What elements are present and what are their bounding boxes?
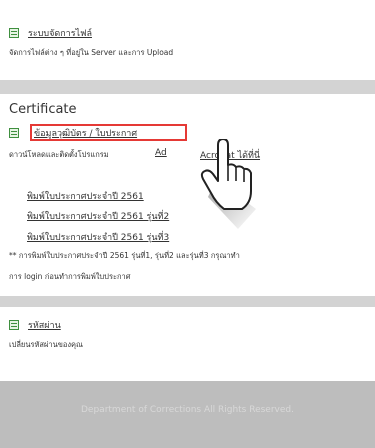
document-icon xyxy=(9,128,19,138)
document-icon xyxy=(9,28,19,38)
password-panel: รหัสผ่าน เปลี่ยนรหัสผ่านของคุณ xyxy=(0,307,375,381)
download-prefix: ดาวน์โหลดและติดตั้งโปรแกรม xyxy=(9,150,109,159)
print-certificate-2561-gen3-link[interactable]: พิมพ์ใบประกาศประจำปี 2561 รุ่นที่3 xyxy=(27,230,169,244)
print-note-line2: การ login ก่อนทำการพิมพ์ใบประกาศ xyxy=(9,272,131,281)
adobe-link-start[interactable]: Ad xyxy=(155,148,167,158)
password-description: เปลี่ยนรหัสผ่านของคุณ xyxy=(9,340,83,349)
print-certificate-2561-gen2-link[interactable]: พิมพ์ใบประกาศประจำปี 2561 รุ่นที่2 xyxy=(27,209,169,223)
hand-pointer-icon xyxy=(200,139,256,229)
certificate-heading: Certificate xyxy=(9,102,77,117)
footer-text: Department of Corrections All Rights Res… xyxy=(81,405,294,415)
file-system-panel: ระบบจัดการไฟล์ จัดการไฟล์ต่าง ๆ ที่อยู่ใ… xyxy=(0,0,375,80)
print-note-line1: ** การพิมพ์ใบประกาศประจำปี 2561 รุ่นที่1… xyxy=(9,251,240,260)
document-icon xyxy=(9,320,19,330)
file-system-link[interactable]: ระบบจัดการไฟล์ xyxy=(28,26,92,40)
password-link[interactable]: รหัสผ่าน xyxy=(28,318,61,332)
print-certificate-2561-link[interactable]: พิมพ์ใบประกาศประจำปี 2561 xyxy=(27,189,144,203)
highlight-box xyxy=(30,124,187,141)
footer: Department of Corrections All Rights Res… xyxy=(0,381,375,448)
download-instruction: ดาวน์โหลดและติดตั้งโปรแกรม xyxy=(9,149,109,161)
file-system-description: จัดการไฟล์ต่าง ๆ ที่อยู่ใน Server และการ… xyxy=(9,48,174,57)
